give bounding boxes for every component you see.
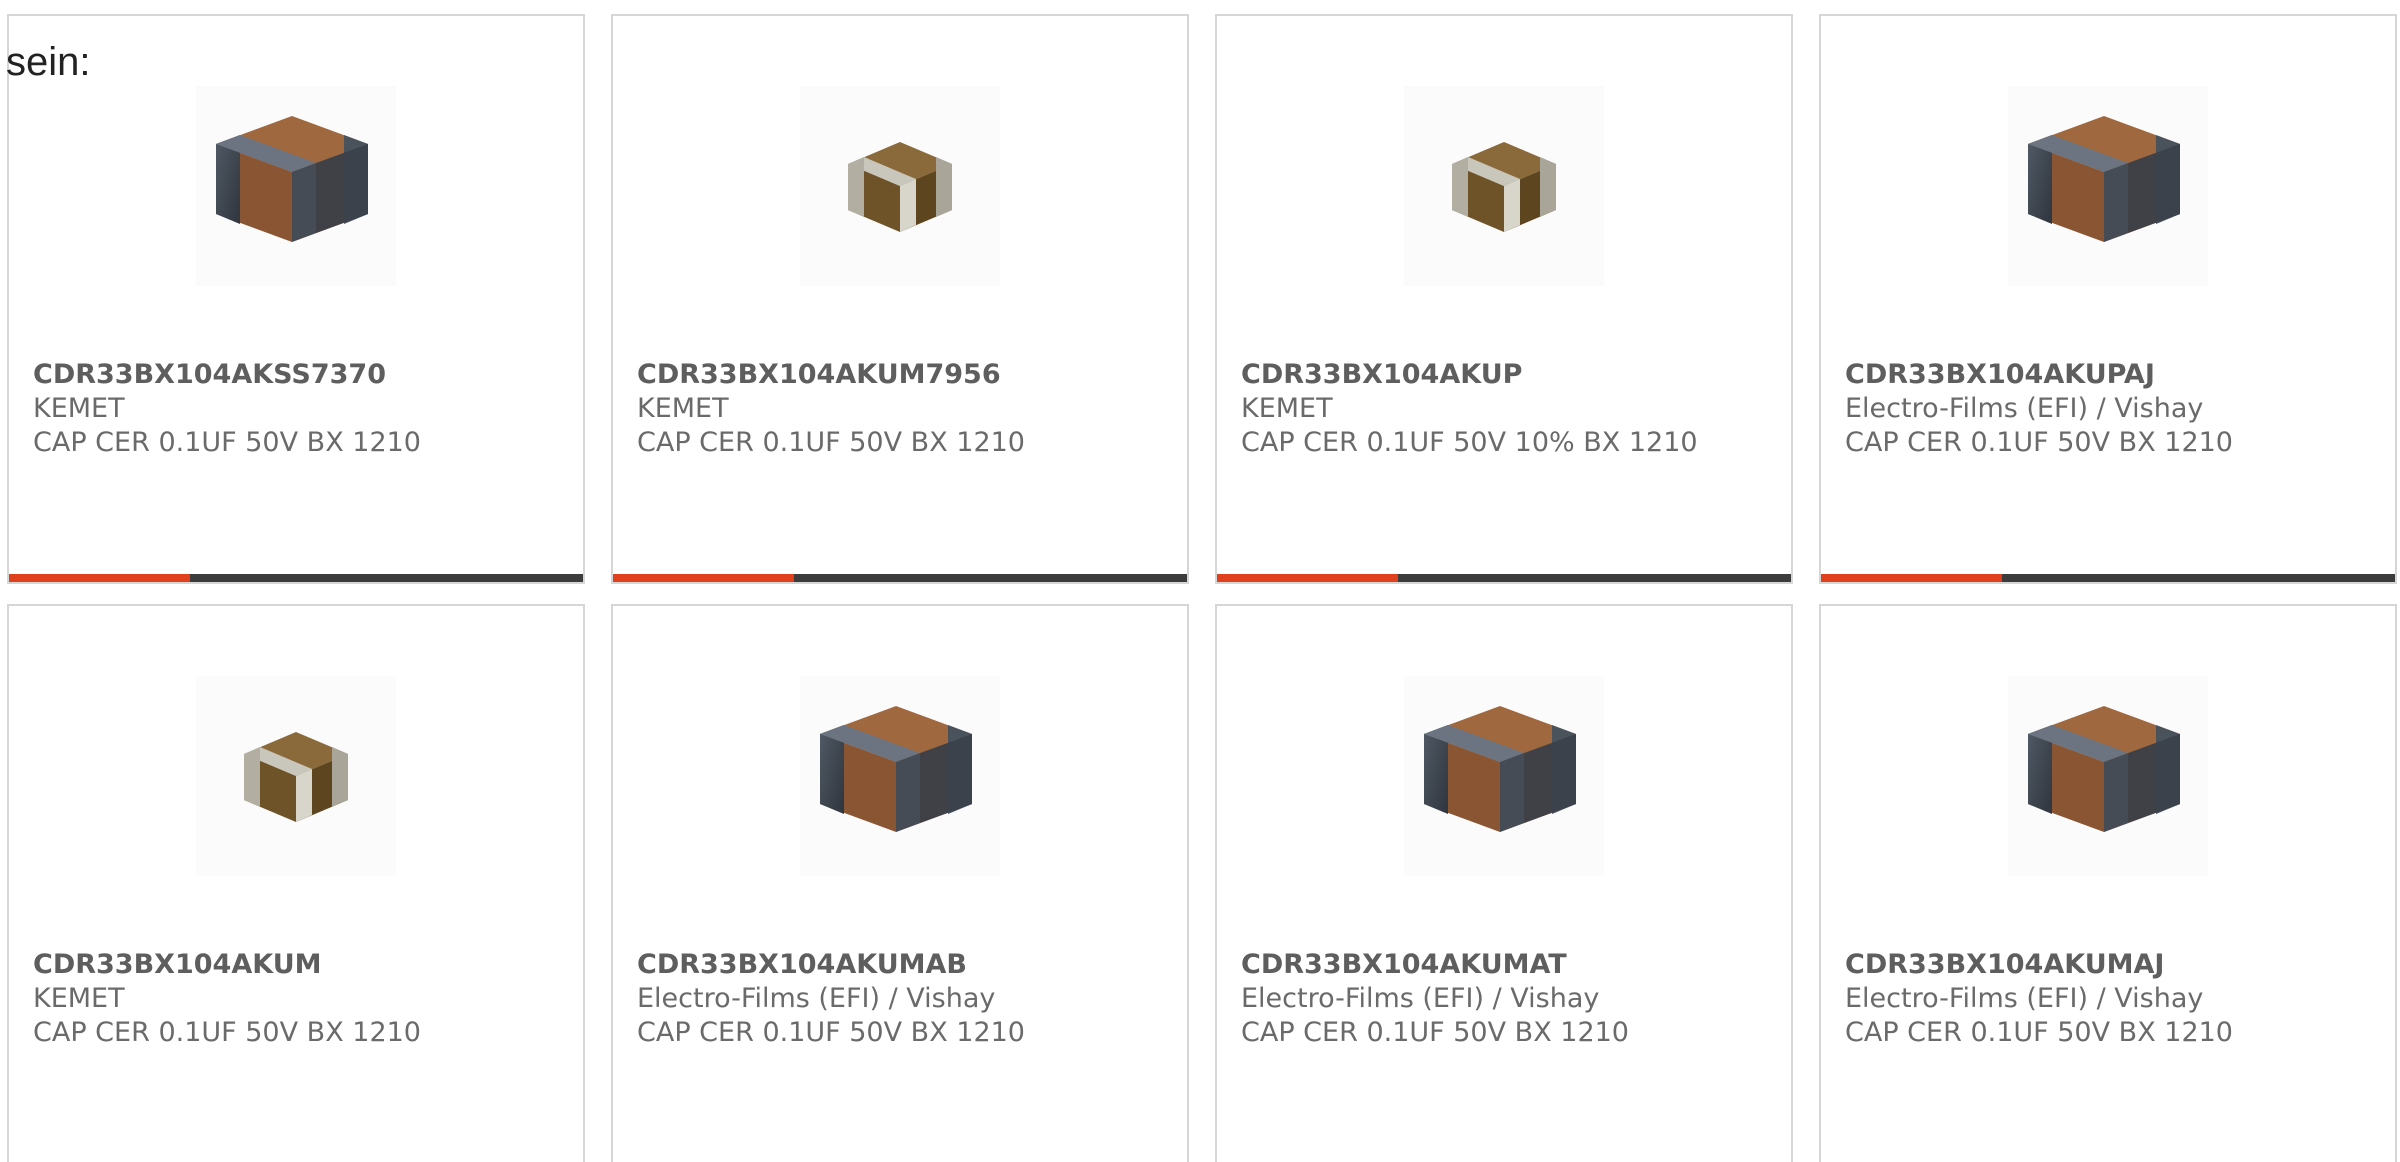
small-chip-capacitor-icon[interactable]: [1404, 86, 1604, 286]
manufacturer: KEMET: [1241, 393, 1333, 424]
progress-bar: [613, 574, 1187, 582]
description: CAP CER 0.1UF 50V BX 1210: [637, 427, 1025, 458]
product-info: CDR33BX104AKSS7370 KEMET CAP CER 0.1UF 50V…: [33, 358, 573, 460]
manufacturer: KEMET: [33, 983, 125, 1014]
manufacturer: Electro-Films (EFI) / Vishay: [1845, 983, 2204, 1014]
manufacturer: Electro-Films (EFI) / Vishay: [1241, 983, 1600, 1014]
description: CAP CER 0.1UF 50V BX 1210: [33, 1017, 421, 1048]
large-chip-capacitor-icon[interactable]: [1404, 676, 1604, 876]
product-info: CDR33BX104AKUPAJ Electro-Films (EFI) / Vi…: [1845, 358, 2385, 460]
product-card[interactable]: CDR33BX104AKUM KEMET CAP CER 0.1UF 50V BX …: [7, 604, 585, 1162]
part-number[interactable]: CDR33BX104AKUMAB: [637, 948, 1177, 982]
description: CAP CER 0.1UF 50V 10% BX 1210: [1241, 427, 1698, 458]
manufacturer: Electro-Films (EFI) / Vishay: [637, 983, 996, 1014]
large-chip-capacitor-icon[interactable]: [196, 86, 396, 286]
part-number[interactable]: CDR33BX104AKSS7370: [33, 358, 573, 392]
large-chip-capacitor-icon[interactable]: [800, 676, 1000, 876]
manufacturer: KEMET: [33, 393, 125, 424]
progress-bar: [1821, 574, 2395, 582]
progress-bar: [1217, 574, 1791, 582]
progress-fill: [1821, 574, 2002, 582]
progress-fill: [1217, 574, 1398, 582]
product-card[interactable]: CDR33BX104AKUPAJ Electro-Films (EFI) / Vi…: [1819, 14, 2397, 584]
part-number[interactable]: CDR33BX104AKUMAJ: [1845, 948, 2385, 982]
intro-text: sein:: [6, 40, 91, 84]
product-card[interactable]: CDR33BX104AKUMAJ Electro-Films (EFI) / Vi…: [1819, 604, 2397, 1162]
page: sein: CDR33BX104AKSS7370 KEMET CAP CER 0.1…: [0, 0, 2400, 1162]
description: CAP CER 0.1UF 50V BX 1210: [1845, 1017, 2233, 1048]
large-chip-capacitor-icon[interactable]: [2008, 86, 2208, 286]
description: CAP CER 0.1UF 50V BX 1210: [1845, 427, 2233, 458]
product-info: CDR33BX104AKUP KEMET CAP CER 0.1UF 50V 10%…: [1241, 358, 1781, 460]
product-card[interactable]: CDR33BX104AKUMAT Electro-Films (EFI) / Vi…: [1215, 604, 1793, 1162]
part-number[interactable]: CDR33BX104AKUMAT: [1241, 948, 1781, 982]
product-card[interactable]: CDR33BX104AKUP KEMET CAP CER 0.1UF 50V 10%…: [1215, 14, 1793, 584]
product-info: CDR33BX104AKUMAT Electro-Films (EFI) / Vi…: [1241, 948, 1781, 1050]
small-chip-capacitor-icon[interactable]: [196, 676, 396, 876]
part-number[interactable]: CDR33BX104AKUM: [33, 948, 573, 982]
progress-fill: [613, 574, 794, 582]
product-info: CDR33BX104AKUM KEMET CAP CER 0.1UF 50V BX …: [33, 948, 573, 1050]
part-number[interactable]: CDR33BX104AKUPAJ: [1845, 358, 2385, 392]
description: CAP CER 0.1UF 50V BX 1210: [1241, 1017, 1629, 1048]
description: CAP CER 0.1UF 50V BX 1210: [33, 427, 421, 458]
manufacturer: Electro-Films (EFI) / Vishay: [1845, 393, 2204, 424]
product-info: CDR33BX104AKUMAB Electro-Films (EFI) / Vi…: [637, 948, 1177, 1050]
large-chip-capacitor-icon[interactable]: [2008, 676, 2208, 876]
product-card[interactable]: CDR33BX104AKUMAB Electro-Films (EFI) / Vi…: [611, 604, 1189, 1162]
progress-bar: [9, 574, 583, 582]
part-number[interactable]: CDR33BX104AKUM7956: [637, 358, 1177, 392]
description: CAP CER 0.1UF 50V BX 1210: [637, 1017, 1025, 1048]
product-card[interactable]: CDR33BX104AKUM7956 KEMET CAP CER 0.1UF 50V…: [611, 14, 1189, 584]
product-info: CDR33BX104AKUMAJ Electro-Films (EFI) / Vi…: [1845, 948, 2385, 1050]
product-info: CDR33BX104AKUM7956 KEMET CAP CER 0.1UF 50V…: [637, 358, 1177, 460]
part-number[interactable]: CDR33BX104AKUP: [1241, 358, 1781, 392]
progress-fill: [9, 574, 190, 582]
product-card[interactable]: CDR33BX104AKSS7370 KEMET CAP CER 0.1UF 50V…: [7, 14, 585, 584]
manufacturer: KEMET: [637, 393, 729, 424]
small-chip-capacitor-icon[interactable]: [800, 86, 1000, 286]
